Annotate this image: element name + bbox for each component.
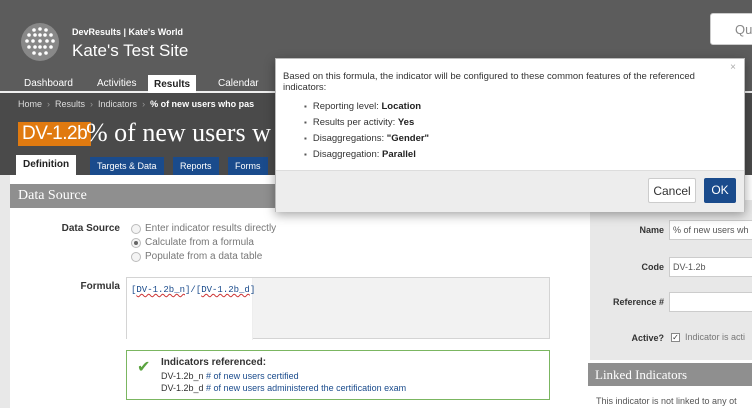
active-checkbox-label[interactable]: Indicator is acti — [685, 332, 745, 342]
referenced-item-code: DV-1.2b_d — [161, 383, 204, 393]
formula-text: [DV-1.2b_n]/[DV-1.2b_d] — [131, 285, 545, 295]
page-gutter — [0, 175, 10, 408]
formula-label: Formula — [80, 281, 120, 292]
formula-bracket: ] — [249, 285, 256, 295]
feature-value: Location — [381, 101, 422, 112]
quick-search-input[interactable]: Quick — [710, 13, 752, 45]
check-icon: ✔ — [137, 359, 151, 376]
linked-indicators-text: This indicator is not linked to any ot — [596, 396, 737, 406]
feature-item: Disaggregation: Parallel — [304, 147, 429, 163]
formula-input[interactable]: [DV-1.2b_n]/[DV-1.2b_d] — [126, 277, 550, 340]
breadcrumb-home[interactable]: Home — [18, 99, 42, 109]
formula-token-numerator: DV-1.2b_n — [136, 285, 186, 295]
radio-data-table[interactable] — [131, 252, 141, 262]
tab-definition[interactable]: Definition — [16, 155, 77, 175]
reference-number-input[interactable] — [669, 292, 752, 312]
org-name: DevResults | Kate's World — [72, 27, 184, 37]
breadcrumb-separator-icon: › — [90, 99, 94, 109]
cancel-button[interactable]: Cancel — [648, 178, 696, 203]
name-input[interactable]: % of new users wh — [669, 220, 752, 240]
feature-item: Disaggregations: "Gender" — [304, 131, 429, 147]
formula-confirm-dialog: × Based on this formula, the indicator w… — [275, 58, 745, 212]
radio-enter-directly[interactable] — [131, 224, 141, 234]
referenced-item: DV-1.2b_n # of new users certified — [161, 371, 299, 381]
code-input[interactable]: DV-1.2b — [669, 257, 752, 277]
feature-list: Reporting level: Location Results per ac… — [304, 99, 429, 163]
indicators-referenced-box: ✔ Indicators referenced: DV-1.2b_n # of … — [126, 350, 550, 400]
indicators-referenced-title: Indicators referenced: — [161, 357, 267, 368]
radio-calculate-formula[interactable] — [131, 238, 141, 248]
tab-reports[interactable]: Reports — [173, 157, 219, 175]
active-checkbox[interactable]: ✓ — [671, 333, 680, 342]
linked-indicators-title: Linked Indicators — [588, 363, 752, 386]
radio-enter-directly-label[interactable]: Enter indicator results directly — [145, 223, 276, 234]
nav-activities[interactable]: Activities — [97, 78, 136, 89]
nav-calendar[interactable]: Calendar — [218, 78, 259, 89]
page-title: % of new users w — [86, 118, 271, 147]
formula-token-denominator: DV-1.2b_d — [201, 285, 250, 295]
feature-label: Disaggregations: — [312, 133, 385, 144]
feature-label: Reporting level: — [312, 101, 379, 112]
feature-label: Disaggregation: — [312, 149, 380, 160]
feature-value: Parallel — [382, 149, 416, 160]
devresults-logo-icon[interactable] — [20, 22, 60, 62]
formula-operator: ]/[ — [185, 285, 202, 295]
referenced-item-link[interactable]: # of new users administered the certific… — [206, 383, 406, 393]
feature-item: Results per activity: Yes — [304, 115, 429, 131]
code-label: Code — [641, 262, 665, 272]
feature-value: "Gender" — [386, 133, 430, 144]
referenced-item-code: DV-1.2b_n — [161, 371, 204, 381]
dialog-footer: Cancel OK — [276, 170, 744, 212]
tab-forms[interactable]: Forms — [228, 157, 268, 175]
site-name[interactable]: Kate's Test Site — [72, 41, 188, 61]
nav-results[interactable]: Results — [148, 75, 197, 95]
dialog-message: Based on this formula, the indicator wil… — [283, 71, 695, 93]
nav-dashboard[interactable]: Dashboard — [24, 78, 73, 89]
referenced-item-link[interactable]: # of new users certified — [206, 371, 299, 381]
breadcrumb-separator-icon: › — [142, 99, 146, 109]
breadcrumb-current: % of new users who pas — [150, 99, 255, 109]
radio-calculate-formula-label[interactable]: Calculate from a formula — [145, 237, 254, 248]
reference-number-label: Reference # — [612, 297, 664, 307]
tab-targets-data[interactable]: Targets & Data — [90, 157, 164, 175]
radio-data-table-label[interactable]: Populate from a data table — [145, 251, 262, 262]
feature-value: Yes — [397, 117, 415, 128]
referenced-item: DV-1.2b_d # of new users administered th… — [161, 383, 406, 393]
feature-label: Results per activity: — [312, 117, 396, 128]
ok-button[interactable]: OK — [704, 178, 736, 203]
name-label: Name — [639, 225, 664, 235]
breadcrumb-separator-icon: › — [47, 99, 51, 109]
breadcrumb-indicators[interactable]: Indicators — [98, 99, 137, 109]
close-icon[interactable]: × — [730, 62, 736, 73]
active-label: Active? — [631, 333, 664, 343]
data-source-label: Data Source — [61, 223, 120, 234]
indicator-code-badge: DV-1.2b — [18, 122, 92, 146]
breadcrumb-results[interactable]: Results — [55, 99, 85, 109]
feature-item: Reporting level: Location — [304, 99, 429, 115]
